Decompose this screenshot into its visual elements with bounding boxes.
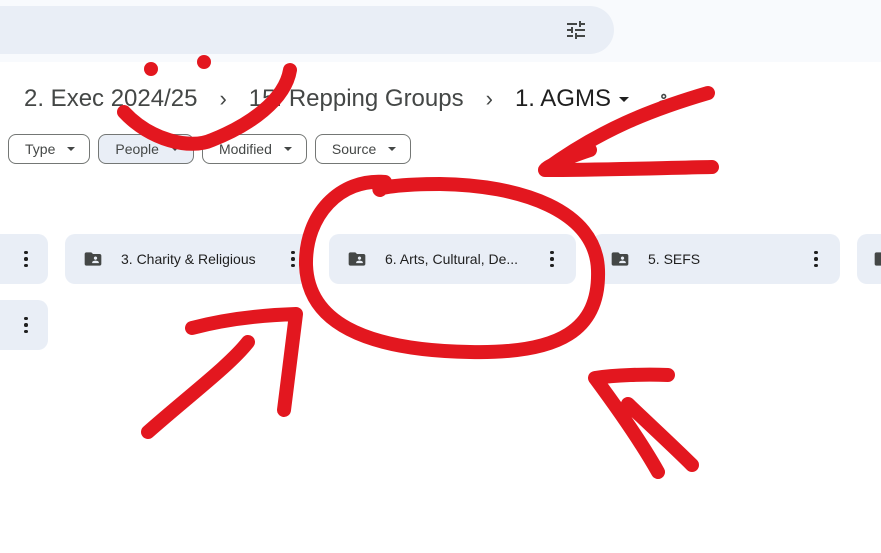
tune-icon[interactable] <box>564 18 588 42</box>
filter-chips: Type People Modified Source <box>8 134 419 164</box>
filter-source-chip[interactable]: Source <box>314 134 412 164</box>
folder-name: 3. Charity & Religious <box>121 251 256 267</box>
folder-card[interactable] <box>0 234 48 284</box>
chip-label: People <box>115 141 159 157</box>
folder-card[interactable] <box>857 234 881 284</box>
caret-down-icon <box>618 97 629 103</box>
breadcrumb-item-exec[interactable]: 2. Exec 2024/25 <box>24 85 197 113</box>
shared-folder-icon <box>84 252 102 266</box>
chip-label: Source <box>331 141 377 157</box>
folder-card[interactable] <box>0 300 48 350</box>
more-options-icon[interactable] <box>542 249 562 269</box>
dropdown-arrow-icon <box>170 147 179 151</box>
breadcrumb-item-repping-groups[interactable]: 15. Repping Groups <box>249 85 464 113</box>
dropdown-arrow-icon <box>283 147 292 151</box>
shared-people-icon <box>658 93 669 105</box>
folder-card[interactable]: 5. SEFS <box>592 234 840 284</box>
more-options-icon[interactable] <box>283 249 303 269</box>
folder-name: 6. Arts, Cultural, De... <box>385 251 519 267</box>
filter-modified-chip[interactable]: Modified <box>201 134 307 164</box>
more-options-icon[interactable] <box>16 249 36 269</box>
dropdown-arrow-icon <box>67 147 76 151</box>
chevron-right-icon: › <box>219 86 227 111</box>
shared-folder-icon <box>611 252 629 266</box>
shared-folder-icon <box>348 252 366 266</box>
filter-people-chip[interactable]: People <box>98 134 194 164</box>
more-options-icon[interactable] <box>16 315 36 335</box>
chip-label: Modified <box>218 141 272 157</box>
folder-card[interactable]: 3. Charity & Religious <box>65 234 313 284</box>
chip-label: Type <box>25 141 56 157</box>
filter-type-chip[interactable]: Type <box>8 134 91 164</box>
folder-name: 5. SEFS <box>648 251 701 267</box>
breadcrumb-item-agms[interactable]: 1. AGMS <box>515 85 629 113</box>
folder-card[interactable]: 6. Arts, Cultural, De... <box>329 234 576 284</box>
dropdown-arrow-icon <box>388 147 397 151</box>
chevron-right-icon: › <box>485 86 493 111</box>
shared-folder-icon <box>874 252 881 266</box>
search-bar[interactable] <box>0 6 614 54</box>
breadcrumb: 2. Exec 2024/25 › 15. Repping Groups › 1… <box>24 82 675 116</box>
more-options-icon[interactable] <box>806 249 826 269</box>
